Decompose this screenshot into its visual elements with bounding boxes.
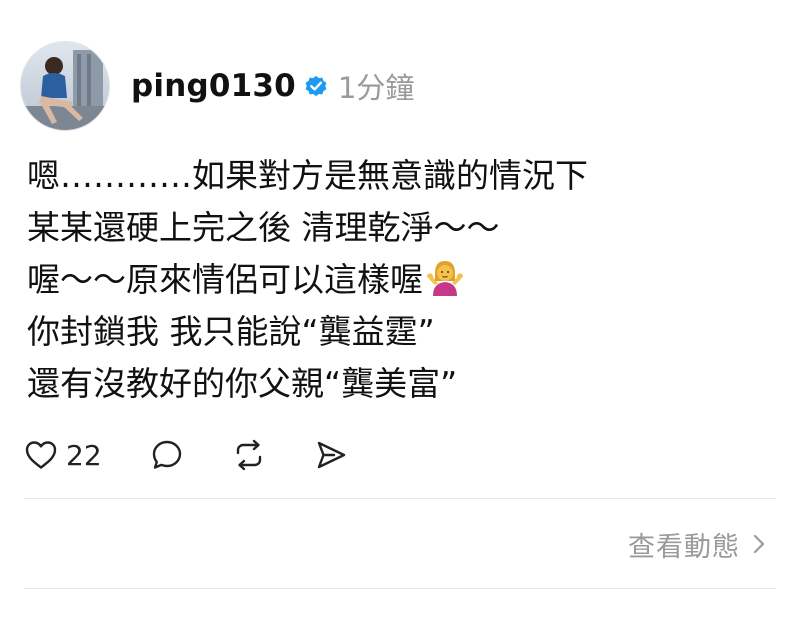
view-activity-label: 查看動態	[628, 531, 740, 563]
avatar-photo	[21, 42, 109, 130]
post-text-line: 某某還硬上完之後 清理乾淨～～	[27, 208, 500, 247]
post-text-line: 嗯…………如果對方是無意識的情況下	[27, 156, 588, 195]
post-text-line: 還有沒教好的你父親“龔美富”	[27, 364, 458, 403]
comment-button[interactable]	[150, 438, 184, 472]
share-button[interactable]	[314, 438, 348, 472]
like-count: 22	[66, 438, 102, 472]
post-text: 嗯…………如果對方是無意識的情況下 某某還硬上完之後 清理乾淨～～ 喔～～原來情…	[27, 150, 787, 410]
send-icon	[314, 438, 348, 472]
avatar[interactable]	[20, 41, 110, 131]
threads-post: ping0130 1分鐘 嗯…………如果對方是無意識的情況下 某某還硬上完之後 …	[0, 0, 800, 621]
like-button[interactable]: 22	[24, 439, 102, 472]
divider	[24, 498, 776, 499]
post-text-line: 喔～～原來情侶可以這樣喔	[27, 254, 787, 306]
username[interactable]: ping0130	[131, 68, 296, 104]
repost-button[interactable]	[232, 438, 266, 472]
post-text-line-content: 喔～～原來情侶可以這樣喔	[27, 260, 423, 299]
comment-icon	[150, 438, 184, 472]
verified-badge-icon	[303, 73, 329, 99]
view-activity-link[interactable]: 查看動態	[628, 521, 766, 567]
post-header: ping0130 1分鐘	[20, 40, 414, 132]
divider	[24, 588, 776, 589]
post-timestamp: 1分鐘	[337, 71, 415, 105]
post-text-line: 你封鎖我 我只能說“龔益霆”	[27, 312, 435, 351]
repost-icon	[232, 438, 266, 472]
chevron-right-icon	[752, 533, 766, 555]
post-actions: 22	[24, 430, 348, 480]
heart-icon	[24, 439, 58, 471]
person-shrugging-emoji-icon	[426, 259, 464, 297]
